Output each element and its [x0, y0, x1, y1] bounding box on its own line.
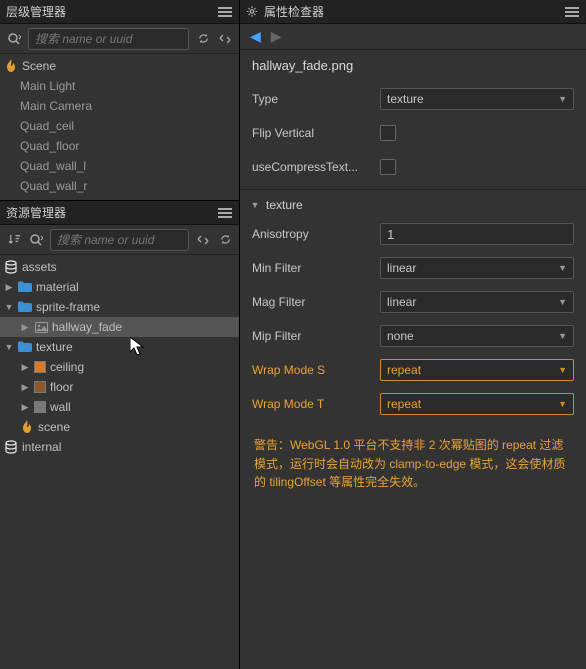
hierarchy-node[interactable]: Quad_floor	[0, 136, 239, 156]
texture-thumb-icon	[34, 381, 46, 393]
panel-menu-icon[interactable]	[564, 4, 580, 20]
chevron-down-icon: ▼	[558, 297, 567, 307]
panel-menu-icon[interactable]	[217, 4, 233, 20]
prop-type-label: Type	[252, 92, 372, 106]
hierarchy-node[interactable]: Quad_ceil	[0, 116, 239, 136]
assets-header: 资源管理器	[0, 201, 239, 225]
folder-sprite-frame[interactable]: ▼ sprite-frame	[0, 297, 239, 317]
collapse-arrow-icon[interactable]: ▶	[20, 402, 30, 413]
assets-internal[interactable]: internal	[0, 437, 239, 457]
prop-minfilter-label: Min Filter	[252, 261, 372, 275]
database-icon	[4, 440, 18, 454]
assets-toolbar	[0, 225, 239, 255]
hierarchy-title: 层级管理器	[6, 3, 66, 20]
expand-icon[interactable]	[195, 232, 211, 248]
chevron-down-icon: ▼	[558, 263, 567, 273]
inspector-nav: ◀ ▶	[240, 24, 586, 50]
hierarchy-toolbar	[0, 24, 239, 54]
inspector-basic-props: Type texture ▼ Flip Vertical useCompress…	[240, 81, 586, 190]
asset-scene[interactable]: scene	[0, 417, 239, 437]
assets-panel: 资源管理器	[0, 200, 239, 669]
panel-menu-icon[interactable]	[217, 205, 233, 221]
prop-mipfilter-label: Mip Filter	[252, 329, 372, 343]
folder-icon	[18, 300, 32, 314]
refresh-icon[interactable]	[217, 232, 233, 248]
asset-texture-item[interactable]: ▶ ceiling	[0, 357, 239, 377]
folder-texture[interactable]: ▼ texture	[0, 337, 239, 357]
chevron-down-icon: ▼	[558, 365, 567, 375]
asset-hallway-fade[interactable]: ▶ hallway_fade	[0, 317, 239, 337]
prop-minfilter-select[interactable]: linear ▼	[380, 257, 574, 279]
hierarchy-search-input[interactable]	[35, 32, 182, 46]
texture-thumb-icon	[34, 361, 46, 373]
prop-magfilter-select[interactable]: linear ▼	[380, 291, 574, 313]
hierarchy-node[interactable]: Quad_wall_l	[0, 156, 239, 176]
assets-root[interactable]: assets	[0, 257, 239, 277]
prop-compress-label: useCompressText...	[252, 160, 372, 174]
scene-icon	[20, 420, 34, 434]
assets-search[interactable]	[50, 229, 189, 251]
hierarchy-node[interactable]: Main Camera	[0, 96, 239, 116]
folder-icon	[18, 280, 32, 294]
texture-section-header[interactable]: ▼ texture	[240, 190, 586, 216]
hierarchy-node[interactable]: Main Light	[0, 76, 239, 96]
hierarchy-search[interactable]	[28, 28, 189, 50]
search-mode-icon[interactable]	[6, 31, 22, 47]
nav-fwd-icon[interactable]: ▶	[271, 28, 282, 45]
search-mode-icon[interactable]	[28, 232, 44, 248]
chevron-down-icon: ▼	[558, 399, 567, 409]
scene-root-label: Scene	[22, 59, 56, 73]
inspector-texture-props: Anisotropy Min Filter linear ▼ Mag Filte…	[240, 216, 586, 426]
prop-flip-label: Flip Vertical	[252, 126, 372, 140]
prop-mipfilter-select[interactable]: none ▼	[380, 325, 574, 347]
inspector-warning: 警告：WebGL 1.0 平台不支持非 2 次幂贴图的 repeat 过滤模式，…	[240, 426, 586, 492]
hierarchy-tree: Scene Main Light Main Camera Quad_ceil Q…	[0, 54, 239, 200]
hierarchy-node[interactable]: Quad_wall_r	[0, 176, 239, 196]
collapse-arrow-icon[interactable]: ▶	[20, 362, 30, 373]
expand-arrow-icon[interactable]: ▼	[4, 302, 14, 312]
folder-icon	[18, 340, 32, 354]
asset-texture-item[interactable]: ▶ floor	[0, 377, 239, 397]
refresh-icon[interactable]	[195, 31, 211, 47]
inspector-header: 属性检查器	[240, 0, 586, 24]
chevron-down-icon: ▼	[558, 94, 567, 104]
expand-arrow-icon[interactable]: ▼	[4, 342, 14, 352]
database-icon	[4, 260, 18, 274]
image-icon	[34, 320, 48, 334]
asset-texture-item[interactable]: ▶ wall	[0, 397, 239, 417]
prop-wrapt-select[interactable]: repeat ▼	[380, 393, 574, 415]
expand-arrow-icon: ▼	[250, 200, 260, 210]
texture-thumb-icon	[34, 401, 46, 413]
prop-aniso-input[interactable]	[380, 223, 574, 245]
prop-aniso-label: Anisotropy	[252, 227, 372, 241]
prop-type-select[interactable]: texture ▼	[380, 88, 574, 110]
folder-material[interactable]: ▶ material	[0, 277, 239, 297]
gear-icon	[246, 6, 258, 18]
expand-icon[interactable]	[217, 31, 233, 47]
sort-icon[interactable]	[6, 232, 22, 248]
prop-wraps-label: Wrap Mode S	[252, 363, 372, 377]
inspector-panel: 属性检查器 ◀ ▶ hallway_fade.png Type texture …	[240, 0, 586, 669]
hierarchy-header: 层级管理器	[0, 0, 239, 24]
assets-title: 资源管理器	[6, 204, 66, 221]
prop-compress-checkbox[interactable]	[380, 159, 396, 175]
assets-tree: assets ▶ material ▼ sprite-frame ▶ hallw…	[0, 255, 239, 669]
prop-magfilter-label: Mag Filter	[252, 295, 372, 309]
assets-search-input[interactable]	[57, 233, 182, 247]
collapse-arrow-icon[interactable]: ▶	[4, 282, 14, 293]
nav-back-icon[interactable]: ◀	[250, 28, 261, 45]
collapse-arrow-icon[interactable]: ▶	[20, 382, 30, 393]
chevron-down-icon: ▼	[558, 331, 567, 341]
inspector-title: 属性检查器	[264, 3, 324, 20]
prop-flip-checkbox[interactable]	[380, 125, 396, 141]
scene-root[interactable]: Scene	[0, 56, 239, 76]
asset-name: hallway_fade.png	[240, 50, 586, 81]
prop-wrapt-label: Wrap Mode T	[252, 397, 372, 411]
prop-wraps-select[interactable]: repeat ▼	[380, 359, 574, 381]
hierarchy-panel: 层级管理器	[0, 0, 239, 200]
scene-icon	[4, 59, 18, 73]
collapse-arrow-icon[interactable]: ▶	[20, 322, 30, 333]
